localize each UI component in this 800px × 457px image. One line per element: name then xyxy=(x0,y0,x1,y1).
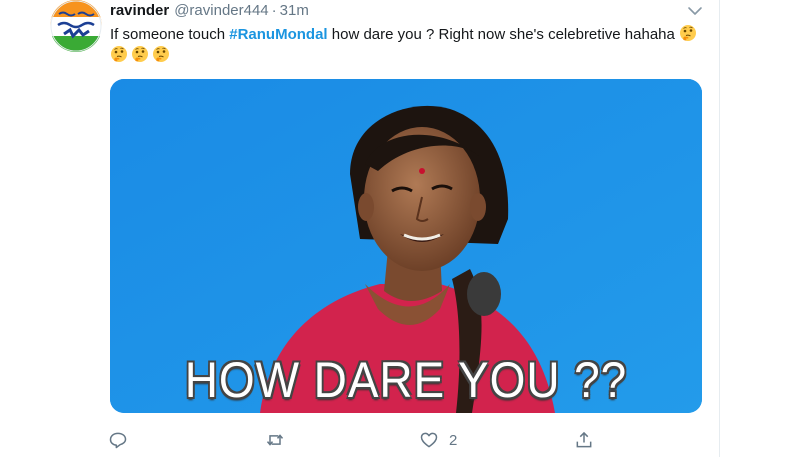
share-button[interactable] xyxy=(574,428,594,452)
meme-caption: HOW DARE YOU ?? xyxy=(184,352,628,408)
like-count: 2 xyxy=(449,431,458,449)
thinking-face-icon xyxy=(679,24,697,42)
separator-dot: · xyxy=(271,2,277,19)
reply-icon xyxy=(109,432,127,449)
chevron-down-icon[interactable] xyxy=(686,4,704,18)
hashtag-link[interactable]: #RanuMondal xyxy=(229,26,327,43)
thinking-face-icon xyxy=(152,45,170,63)
avatar[interactable] xyxy=(50,0,102,52)
display-name[interactable]: ravinder xyxy=(110,2,169,19)
tweet-actions: 2 xyxy=(108,428,608,452)
tweet-text-start: If someone touch xyxy=(110,26,230,43)
tweet[interactable]: ravinder @ravinder444 · 31m If someone t… xyxy=(0,0,720,457)
share-icon xyxy=(576,431,592,448)
user-handle[interactable]: @ravinder444 xyxy=(174,2,268,19)
tweet-header: ravinder @ravinder444 · 31m xyxy=(110,2,309,22)
tweet-text: If someone touch #RanuMondal how dare yo… xyxy=(110,24,710,66)
tweet-media-image[interactable]: HOW DARE YOU ?? xyxy=(110,79,702,413)
tweet-text-end: how dare you ? Right now she's celebreti… xyxy=(327,26,675,43)
like-button[interactable]: 2 xyxy=(419,428,457,452)
timestamp[interactable]: 31m xyxy=(280,2,309,19)
heart-icon xyxy=(420,432,438,448)
reply-button[interactable] xyxy=(108,428,128,452)
thinking-face-icon xyxy=(110,45,128,63)
thinking-face-icon xyxy=(131,45,149,63)
retweet-button[interactable] xyxy=(265,428,285,452)
retweet-icon xyxy=(266,434,284,446)
